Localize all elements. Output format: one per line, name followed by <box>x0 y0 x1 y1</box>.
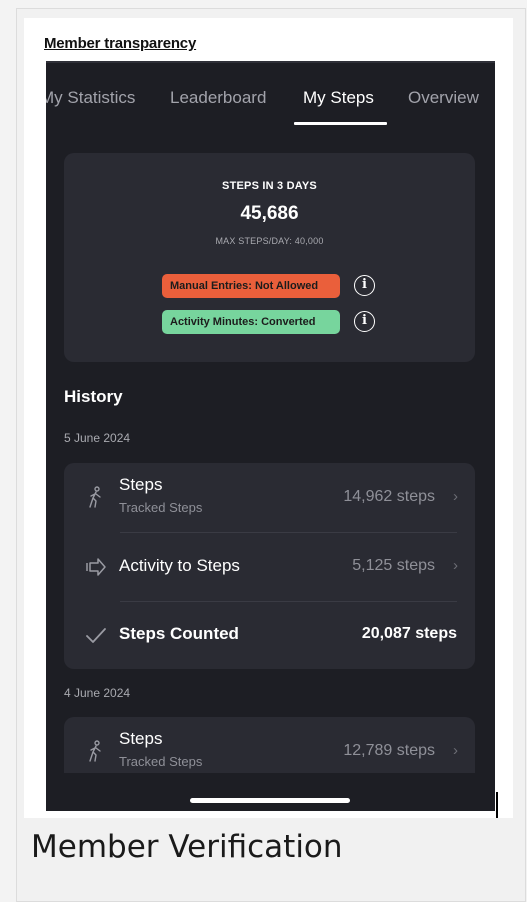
text-cursor <box>496 792 498 818</box>
info-icon[interactable]: i <box>354 311 375 332</box>
date-label: 4 June 2024 <box>64 686 131 700</box>
history-row-counted: Steps Counted 20,087 steps <box>64 602 475 669</box>
section-heading: Member transparency <box>44 35 197 52</box>
manual-entries-badge: Manual Entries: Not Allowed <box>162 274 340 298</box>
tab-my-statistics[interactable]: My Statistics <box>46 88 135 108</box>
home-indicator[interactable] <box>190 798 350 803</box>
row-subtitle: Tracked Steps <box>119 500 203 515</box>
top-divider <box>46 61 495 63</box>
info-icon[interactable]: i <box>354 275 375 296</box>
chevron-right-icon: › <box>453 488 458 505</box>
phone-screenshot: My Statistics Leaderboard My Steps Overv… <box>46 61 495 811</box>
row-value: 14,962 steps <box>343 488 435 505</box>
tab-leaderboard[interactable]: Leaderboard <box>170 88 266 108</box>
walking-icon <box>89 486 101 508</box>
row-value: 5,125 steps <box>352 557 435 574</box>
tab-my-steps[interactable]: My Steps <box>303 88 374 108</box>
row-title: Steps <box>119 475 163 494</box>
activity-minutes-badge: Activity Minutes: Converted <box>162 310 340 334</box>
row-title: Steps <box>119 729 163 748</box>
chevron-right-icon: › <box>453 557 458 574</box>
active-tab-indicator <box>294 122 387 125</box>
row-value: 20,087 steps <box>361 625 457 642</box>
row-title: Activity to Steps <box>119 556 240 575</box>
steps-summary-card: STEPS IN 3 DAYS 45,686 MAX STEPS/DAY: 40… <box>64 153 475 362</box>
row-subtitle: Tracked Steps <box>119 754 203 769</box>
history-title: History <box>64 387 123 406</box>
row-title: Steps Counted <box>119 624 239 643</box>
date-label: 5 June 2024 <box>64 431 131 445</box>
max-steps-per-day: MAX STEPS/DAY: 40,000 <box>215 236 324 246</box>
walking-icon <box>89 740 101 762</box>
arrow-right-icon <box>86 558 106 576</box>
history-row-activity[interactable]: Activity to Steps 5,125 steps › <box>64 533 475 601</box>
check-icon <box>86 628 106 643</box>
bottom-bar <box>46 773 495 811</box>
tab-bar: My Statistics Leaderboard My Steps Overv… <box>46 88 495 128</box>
caption: Member Verification <box>31 829 343 865</box>
row-value: 12,789 steps <box>343 742 435 759</box>
history-row-steps[interactable]: Steps Tracked Steps 14,962 steps › <box>64 463 475 532</box>
chevron-right-icon: › <box>453 742 458 759</box>
summary-value: 45,686 <box>240 203 299 224</box>
tab-overview[interactable]: Overview <box>408 88 479 108</box>
history-day-card: Steps Tracked Steps 14,962 steps › Activ… <box>64 463 475 669</box>
summary-label: STEPS IN 3 DAYS <box>222 180 317 192</box>
